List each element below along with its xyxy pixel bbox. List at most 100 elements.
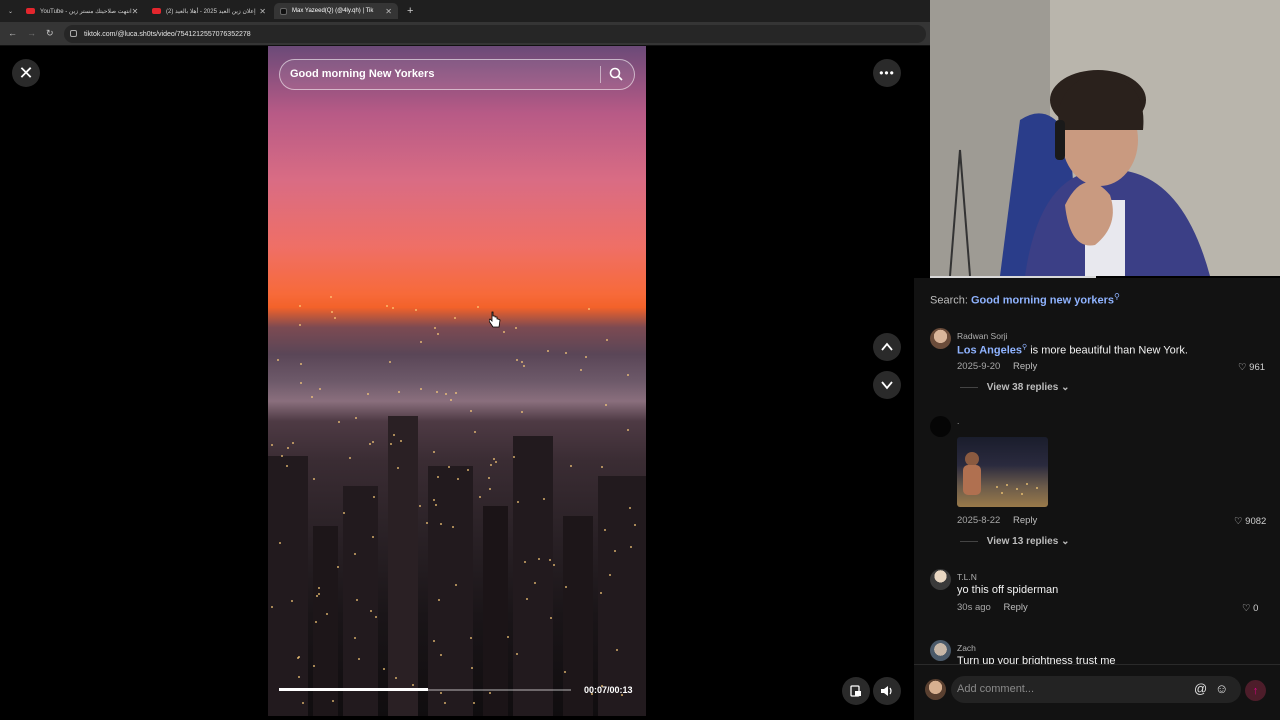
- city-light: [456, 478, 459, 481]
- comment-username[interactable]: .: [957, 416, 959, 426]
- tab-label: YouTube - انتهت صلاحيتك مستر زين: [40, 8, 132, 15]
- city-light: [435, 391, 438, 394]
- city-light: [319, 387, 322, 390]
- city-light: [299, 324, 302, 327]
- city-light: [469, 410, 472, 413]
- avatar[interactable]: [930, 328, 951, 349]
- comment-username[interactable]: Zach: [957, 643, 976, 653]
- avatar[interactable]: [930, 640, 951, 661]
- city-light: [473, 431, 476, 434]
- like-count[interactable]: ♡ 0: [1242, 603, 1258, 614]
- city-light: [331, 311, 334, 314]
- avatar[interactable]: [930, 569, 951, 590]
- avatar[interactable]: [930, 416, 951, 437]
- close-tab-icon[interactable]: ✕: [259, 7, 266, 16]
- youtube-icon: [26, 8, 35, 14]
- city-light: [371, 440, 374, 443]
- city-light: [354, 417, 357, 420]
- forward-icon[interactable]: →: [27, 28, 36, 38]
- reply-button[interactable]: Reply: [1013, 361, 1037, 372]
- city-light: [392, 307, 395, 310]
- new-tab-button[interactable]: +: [401, 3, 417, 19]
- city-light: [439, 522, 442, 525]
- tab-list-button[interactable]: ⌄: [2, 3, 18, 19]
- city-light: [433, 450, 436, 453]
- reply-button[interactable]: Reply: [1003, 602, 1027, 613]
- city-light: [277, 359, 280, 362]
- close-tab-icon[interactable]: ✕: [132, 7, 139, 16]
- city-light: [419, 340, 422, 343]
- reload-icon[interactable]: ↻: [46, 28, 54, 39]
- city-light: [311, 396, 314, 399]
- close-tab-icon[interactable]: ✕: [385, 7, 392, 16]
- search-icon[interactable]: [609, 67, 623, 81]
- add-comment-placeholder: Add comment...: [957, 683, 1035, 695]
- like-count[interactable]: ♡ 9082: [1234, 516, 1266, 527]
- more-options-button[interactable]: •••: [873, 59, 901, 87]
- comment-username[interactable]: T.L.N: [957, 572, 977, 582]
- volume-button[interactable]: [873, 677, 901, 705]
- address-bar-row: ← → ↻ tiktok.com/@luca.sh0ts/video/75412…: [0, 22, 930, 46]
- city-light: [433, 639, 435, 642]
- streamer-image: [930, 0, 1280, 276]
- comment-body: is more beautiful than New York.: [1027, 344, 1188, 357]
- view-replies-button[interactable]: View 13 replies ⌄: [960, 536, 1070, 547]
- city-light: [549, 558, 552, 561]
- comment-location-link[interactable]: Los Angeles: [957, 345, 1022, 357]
- city-light: [433, 326, 436, 329]
- city-light: [606, 338, 609, 341]
- city-light: [420, 387, 423, 390]
- city-light: [494, 460, 497, 463]
- mention-icon[interactable]: @: [1194, 681, 1207, 696]
- youtube-icon: [152, 8, 161, 14]
- url-field[interactable]: tiktok.com/@luca.sh0ts/video/75412125570…: [64, 25, 926, 43]
- like-number: 0: [1253, 603, 1259, 614]
- view-replies-button[interactable]: View 38 replies ⌄: [960, 382, 1070, 393]
- city-light: [627, 373, 630, 376]
- view-replies-label: View 13 replies: [986, 536, 1059, 547]
- current-user-avatar: [925, 679, 946, 700]
- city-light: [537, 558, 540, 561]
- city-light: [580, 369, 583, 372]
- city-light: [348, 457, 351, 460]
- city-light: [493, 458, 496, 461]
- tab-youtube-2[interactable]: (2) إعلان زين العيد 2025 - أهلا بالعيد ✕: [146, 3, 272, 19]
- close-button[interactable]: ✕: [12, 59, 40, 87]
- city-light: [520, 360, 523, 363]
- like-number: 9082: [1245, 516, 1267, 527]
- comment-image[interactable]: [957, 437, 1048, 507]
- comment-photo: [963, 452, 1038, 495]
- emoji-icon[interactable]: ☺: [1215, 681, 1228, 696]
- send-comment-button[interactable]: ↑: [1245, 680, 1266, 701]
- pip-icon: [850, 685, 861, 697]
- city-light: [628, 506, 631, 509]
- tab-youtube-1[interactable]: YouTube - انتهت صلاحيتك مستر زين ✕: [20, 3, 144, 19]
- city-light: [466, 468, 469, 471]
- comments-search-suggestion[interactable]: Search: Good morning new yorkers⚲: [930, 292, 1120, 307]
- city-light: [547, 350, 550, 353]
- like-count[interactable]: ♡ 961: [1238, 362, 1265, 373]
- heart-icon: ♡: [1234, 516, 1243, 527]
- comment-text: yo this off spiderman: [957, 584, 1059, 596]
- back-icon[interactable]: ←: [8, 28, 17, 38]
- city-light: [585, 355, 588, 358]
- reply-button[interactable]: Reply: [1013, 515, 1037, 526]
- city-light: [516, 652, 519, 655]
- search-suggestion-link[interactable]: Good morning new yorkers: [971, 295, 1114, 307]
- comment-username[interactable]: Radwan Sorji: [957, 331, 1008, 341]
- video-frame[interactable]: [268, 46, 646, 716]
- city-light: [338, 420, 341, 423]
- city-light: [337, 565, 340, 568]
- next-video-button[interactable]: [873, 371, 901, 399]
- picture-in-picture-button[interactable]: [842, 677, 870, 705]
- site-info-icon[interactable]: [70, 30, 77, 37]
- like-number: 961: [1249, 362, 1266, 373]
- tab-tiktok[interactable]: Max Yazeed(Q) (@4ly.qh) | Tik ✕: [274, 3, 398, 19]
- comment-meta: 30s ago Reply: [957, 602, 1028, 613]
- city-light: [325, 612, 328, 615]
- city-light: [608, 573, 611, 576]
- city-light: [414, 309, 417, 312]
- previous-video-button[interactable]: [873, 333, 901, 361]
- comment-text: Los Angeles⚲ is more beautiful than New …: [957, 343, 1188, 357]
- city-light: [565, 352, 568, 355]
